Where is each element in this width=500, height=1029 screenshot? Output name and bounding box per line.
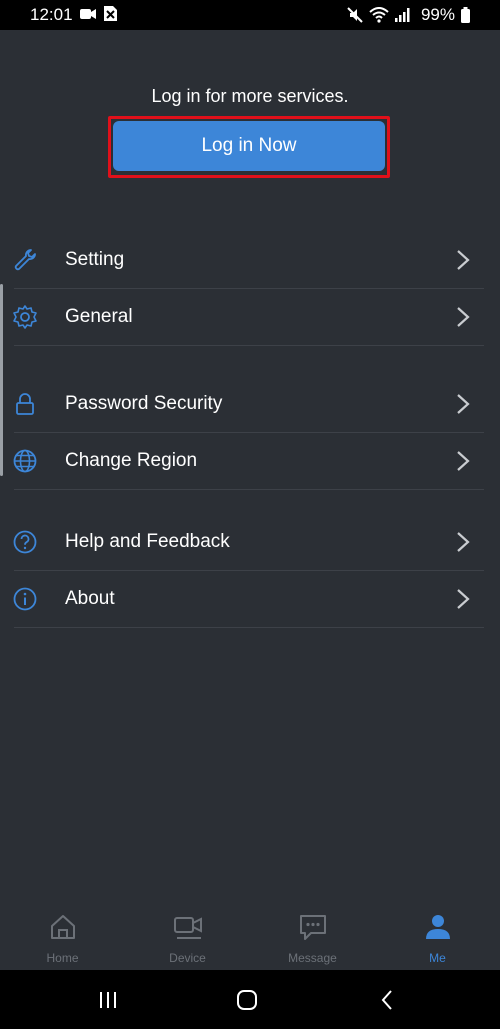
wifi-icon: [369, 7, 389, 23]
video-camera-icon: [80, 8, 96, 19]
tab-label-home: Home: [46, 951, 79, 965]
menu-item-change-region[interactable]: Change Region: [0, 433, 500, 489]
menu-label-change-region: Change Region: [65, 450, 198, 471]
chevron-right-icon: [457, 451, 470, 471]
message-icon: [299, 915, 326, 940]
sim-card-icon: [104, 6, 117, 21]
menu-item-general[interactable]: General: [0, 289, 500, 345]
battery-percent: 99%: [420, 5, 455, 24]
chevron-right-icon: [457, 250, 470, 270]
tab-device[interactable]: Device: [125, 895, 250, 970]
divider: [14, 489, 484, 490]
wrench-icon: [14, 249, 36, 271]
menu-label-general: General: [65, 306, 133, 327]
menu-label-help-feedback: Help and Feedback: [65, 531, 230, 552]
status-bar: 12:01 99%: [0, 0, 500, 30]
chevron-right-icon: [457, 532, 470, 552]
tab-label-message: Message: [288, 951, 337, 965]
back-icon[interactable]: [376, 988, 400, 1012]
divider: [14, 345, 484, 346]
menu-item-about[interactable]: About: [0, 571, 500, 627]
recent-apps-icon[interactable]: [96, 988, 120, 1012]
menu-label-about: About: [65, 588, 115, 609]
bottom-tab-bar: Home Device Message Me: [0, 895, 500, 970]
home-icon: [50, 915, 75, 939]
chevron-right-icon: [457, 307, 470, 327]
divider: [14, 627, 484, 628]
menu-label-password-security: Password Security: [65, 393, 223, 414]
tab-label-device: Device: [169, 951, 206, 965]
chevron-right-icon: [457, 589, 470, 609]
globe-icon: [13, 449, 37, 473]
menu-item-password-security[interactable]: Password Security: [0, 376, 500, 432]
lock-icon: [16, 393, 34, 415]
tab-label-me: Me: [429, 951, 446, 965]
signal-icon: [394, 8, 410, 22]
tab-home[interactable]: Home: [0, 895, 125, 970]
battery-icon: [461, 7, 470, 23]
tab-me[interactable]: Me: [375, 895, 500, 970]
tab-message[interactable]: Message: [250, 895, 375, 970]
login-now-button[interactable]: Log in Now: [113, 121, 385, 171]
login-prompt: Log in for more services.: [151, 86, 349, 106]
mute-icon: [347, 7, 363, 23]
menu-item-setting[interactable]: Setting: [0, 232, 500, 288]
camera-icon: [173, 917, 202, 939]
status-time: 12:01: [30, 5, 73, 24]
menu-item-help-feedback[interactable]: Help and Feedback: [0, 514, 500, 570]
system-nav-bar: [0, 970, 500, 1029]
menu-label-setting: Setting: [65, 249, 125, 270]
question-circle-icon: [13, 530, 37, 554]
gear-icon: [13, 305, 37, 329]
home-button-icon[interactable]: [235, 988, 259, 1012]
person-icon: [425, 915, 450, 939]
info-circle-icon: [13, 587, 37, 611]
chevron-right-icon: [457, 394, 470, 414]
